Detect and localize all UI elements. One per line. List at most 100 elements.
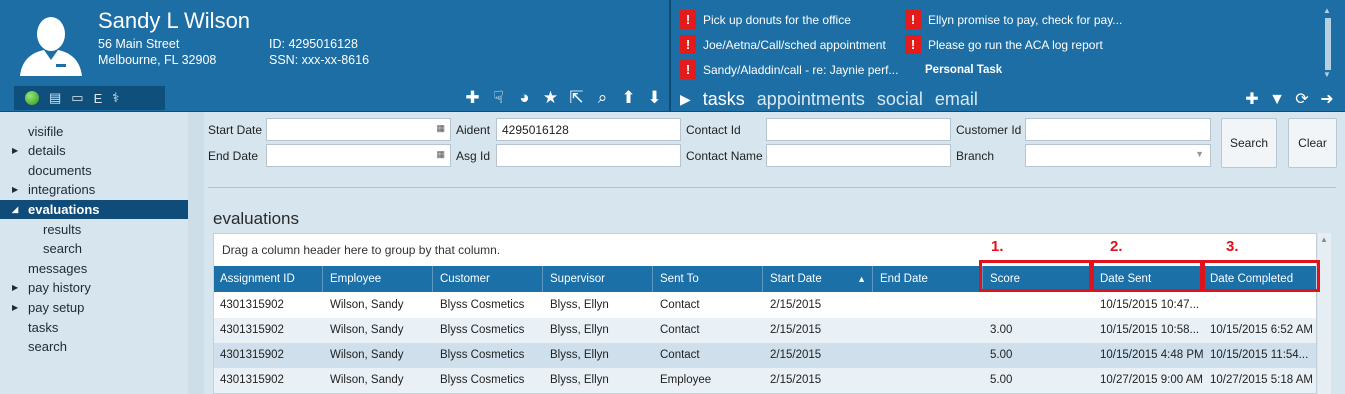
task-item[interactable]: ! Sandy/Aladdin/call - re: Jaynie perf..… [680, 60, 898, 79]
asg-id-input[interactable] [496, 144, 681, 167]
tab-email[interactable]: email [935, 89, 978, 110]
external-link-icon[interactable]: ⇱ [568, 87, 585, 109]
task-item[interactable]: ! Please go run the ACA log report [905, 35, 1103, 54]
sidebar-nav: visifile ▶ details documents ▶ integration… [0, 112, 204, 394]
filter-divider [208, 187, 1336, 188]
palette-icon[interactable]: ◕ [516, 87, 533, 109]
column-sent-to[interactable]: Sent To [654, 266, 763, 292]
search-icon[interactable]: ⌕ [594, 87, 611, 109]
tab-social[interactable]: social [877, 89, 923, 110]
sidebar-item-pay-history[interactable]: ▶ pay history [0, 278, 204, 297]
arrow-right-icon[interactable]: ➜ [1319, 90, 1335, 110]
tab-tasks[interactable]: tasks [703, 89, 745, 110]
scroll-down-icon[interactable]: ▼ [1323, 70, 1331, 79]
scroll-thumb[interactable] [1325, 18, 1331, 70]
sort-ascending-icon: ▲ [857, 274, 866, 284]
profile-ssn: SSN: xxx-xx-8616 [269, 53, 370, 67]
address-line-2: Melbourne, FL 32908 [98, 53, 217, 67]
expand-caret-icon[interactable]: ▶ [12, 180, 18, 199]
start-date-label: Start Date [208, 123, 263, 137]
sidebar-item-integrations[interactable]: ▶ integrations [0, 180, 204, 199]
collapse-caret-icon[interactable]: ◢ [12, 200, 18, 219]
alert-icon: ! [680, 60, 696, 79]
profile-actions: ✚ ☟ ◕ ★ ⇱ ⌕ ⬆ ⬇ [464, 87, 663, 109]
table-row[interactable]: 4301315902 Wilson, Sandy Blyss Cosmetics… [214, 318, 1316, 343]
annotation-number-3: 3. [1226, 238, 1239, 255]
chevron-down-icon[interactable]: ▼ [1195, 149, 1204, 159]
alert-icon: ! [680, 35, 696, 54]
sidebar-item-pay-setup[interactable]: ▶ pay setup [0, 298, 204, 317]
tab-appointments[interactable]: appointments [757, 89, 865, 110]
sidebar-item-messages[interactable]: messages [0, 259, 204, 278]
alert-icon: ! [680, 10, 696, 29]
sidebar-item-evaluations[interactable]: ◢ evaluations [0, 200, 204, 219]
clear-button[interactable]: Clear [1288, 118, 1337, 168]
scroll-up-icon[interactable]: ▲ [1323, 6, 1331, 15]
sidebar-item-tasks[interactable]: tasks [0, 318, 204, 337]
column-assignment-id[interactable]: Assignment ID [214, 266, 323, 292]
card-icon[interactable]: ▭ [71, 90, 83, 106]
play-icon[interactable]: ▶ [680, 91, 691, 108]
arrow-down-icon[interactable]: ⬇ [646, 87, 663, 109]
alert-icon: ! [905, 10, 921, 29]
column-customer[interactable]: Customer [434, 266, 543, 292]
sidebar-item-evaluations-search[interactable]: search [0, 239, 204, 258]
end-date-input[interactable]: ▦ [266, 144, 451, 167]
section-title: evaluations [213, 209, 300, 228]
sidebar-item-visifile[interactable]: visifile [0, 122, 204, 141]
scroll-up-icon[interactable]: ▲ [1320, 235, 1328, 244]
column-start-date[interactable]: Start Date ▲ [764, 266, 873, 292]
column-end-date[interactable]: End Date [874, 266, 983, 292]
column-employee[interactable]: Employee [324, 266, 433, 292]
star-icon[interactable]: ★ [542, 87, 559, 109]
table-row[interactable]: 4301315902 Wilson, Sandy Blyss Cosmetics… [214, 293, 1316, 318]
contact-name-label: Contact Name [686, 149, 763, 163]
header-tabs: ▶ tasks appointments social email [680, 89, 978, 110]
arrow-up-icon[interactable]: ⬆ [620, 87, 637, 109]
sidebar-item-search[interactable]: search [0, 337, 204, 356]
contact-name-input[interactable] [766, 144, 951, 167]
expand-caret-icon[interactable]: ▶ [12, 141, 18, 160]
contact-id-label: Contact Id [686, 123, 741, 137]
online-status-icon[interactable] [25, 91, 39, 105]
pointer-icon[interactable]: ☟ [490, 87, 507, 109]
table-row[interactable]: 4301315902 Wilson, Sandy Blyss Cosmetics… [214, 343, 1316, 368]
table-row[interactable]: 4301315902 Wilson, Sandy Blyss Cosmetics… [214, 368, 1316, 393]
refresh-icon[interactable]: ⟳ [1294, 90, 1310, 110]
profile-panel: Sandy L Wilson 56 Main Street Melbourne,… [0, 0, 671, 112]
task-item[interactable]: ! Ellyn promise to pay, check for pay... [905, 10, 1122, 29]
search-button[interactable]: Search [1221, 118, 1277, 168]
calendar-icon[interactable]: ▦ [436, 149, 445, 160]
aident-label: Aident [456, 123, 491, 137]
profile-header: Sandy L Wilson 56 Main Street Melbourne,… [0, 0, 1345, 112]
person-avatar-icon [20, 17, 82, 76]
annotation-box-date-sent [1091, 260, 1203, 292]
add-icon[interactable]: ✚ [464, 87, 481, 109]
expand-caret-icon[interactable]: ▶ [12, 298, 18, 317]
caduceus-icon[interactable]: ⚕ [112, 90, 119, 106]
grid-scrollbar[interactable]: ▲ [1318, 233, 1331, 394]
calendar-icon[interactable]: ▦ [436, 123, 445, 134]
sidebar-item-results[interactable]: results [0, 220, 204, 239]
contact-id-input[interactable] [766, 118, 951, 141]
branch-select[interactable]: ▼ [1025, 144, 1211, 167]
sidebar-item-documents[interactable]: documents [0, 161, 204, 180]
aident-input[interactable]: 4295016128 [496, 118, 681, 141]
customer-id-input[interactable] [1025, 118, 1211, 141]
task-item[interactable]: ! Joe/Aetna/Call/sched appointment [680, 35, 886, 54]
column-supervisor[interactable]: Supervisor [544, 266, 653, 292]
start-date-input[interactable]: ▦ [266, 118, 451, 141]
personal-task-link[interactable]: Personal Task [925, 64, 1002, 76]
annotation-number-2: 2. [1110, 238, 1123, 255]
e-verify-icon[interactable]: E [94, 91, 103, 106]
document-icon[interactable]: ▤ [49, 90, 61, 106]
task-item[interactable]: ! Pick up donuts for the office [680, 10, 851, 29]
filter-icon[interactable]: ▼ [1269, 90, 1285, 110]
add-icon[interactable]: ✚ [1244, 90, 1260, 110]
sidebar-gutter [188, 112, 204, 394]
asg-id-label: Asg Id [456, 149, 491, 163]
sidebar-item-details[interactable]: ▶ details [0, 141, 204, 160]
task-scrollbar[interactable]: ▲ ▼ [1322, 6, 1334, 80]
annotation-number-1: 1. [991, 238, 1004, 255]
expand-caret-icon[interactable]: ▶ [12, 278, 18, 297]
